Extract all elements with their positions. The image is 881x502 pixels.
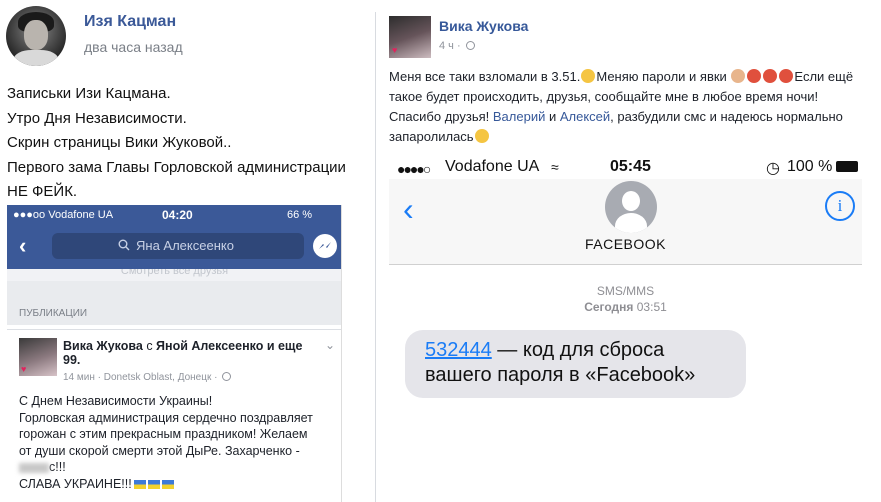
embedded-post-text: С Днем Независимости Украины! Горловская…: [19, 393, 313, 492]
post-line: от души скорой смерти этой ДыРе. Захарче…: [19, 443, 300, 458]
embedded-post: ♥ Вика Жукова с Яной Алексеенко и еще 99…: [7, 329, 341, 502]
sms-bubble: 532444 — код для сброса вашего пароля в …: [405, 330, 746, 398]
search-icon: [118, 239, 130, 251]
contact-name: FACEBOOK: [584, 236, 667, 252]
emoji-icon: [779, 69, 794, 83]
emoji-icon: [731, 69, 746, 83]
messenger-icon: [313, 234, 337, 258]
status-clock: 05:45: [610, 158, 651, 175]
fb-nav-bar: ‹ Яна Алексеенко: [7, 225, 341, 269]
message-type: SMS/MMS: [596, 284, 655, 298]
censored-blur: [19, 462, 49, 473]
carrier-label: Vodafone UA: [445, 158, 540, 175]
battery-level: 100 %: [787, 158, 833, 175]
friend-link[interactable]: Валерий: [493, 109, 545, 124]
back-chevron-icon: ‹: [403, 191, 414, 227]
back-chevron-icon: ‹: [19, 233, 27, 258]
post-text: Записьки Изи Кацмана. Утро Дня Независим…: [7, 82, 346, 205]
message-meta: SMS/MMS Сегодня 03:51: [389, 283, 862, 315]
friend-link[interactable]: Алексей: [560, 109, 610, 124]
signal-icon: ●●●●○: [397, 161, 431, 177]
attached-screenshot[interactable]: ●●●oo Vodafone UA 04:20 66 % ‹ Яна Алекс…: [7, 205, 342, 502]
search-query: Яна Алексеенко: [136, 238, 234, 253]
section-header: ПУБЛИКАЦИИ: [7, 303, 341, 325]
post-line: Горловская администрация сердечно поздра…: [19, 410, 313, 425]
post-line: С Днем Независимости Украины!: [19, 394, 213, 408]
ukraine-flag-icon: [147, 479, 160, 489]
post-text: Меня все таки взломали в 3.51. Меняю паро…: [389, 69, 854, 144]
wifi-icon: ≈: [551, 159, 559, 175]
post-line: горожан с этим прекрасным праздником! Же…: [19, 427, 308, 441]
avatar[interactable]: [6, 6, 66, 66]
globe-icon: [222, 372, 232, 381]
emoji-icon: [581, 69, 596, 83]
author-name: Вика Жукова: [63, 339, 143, 353]
globe-icon: [465, 41, 475, 50]
avatar: ♥: [19, 338, 57, 376]
divider: [375, 12, 376, 502]
section-spacer: [7, 281, 341, 303]
emoji-icon: [747, 69, 762, 83]
post-line: с!!!: [19, 459, 313, 476]
post-line: Скрин страницы Вики Жуковой..: [7, 134, 232, 151]
relation-text: с: [142, 339, 157, 353]
phone-status-bar: ●●●●○ Vodafone UA ≈ 05:45 ◷ 100 %: [389, 155, 862, 179]
battery-level: 66 %: [287, 209, 313, 221]
faded-link: Смотреть все друзья: [7, 269, 341, 281]
ukraine-flag-icon: [161, 479, 174, 489]
left-post: Изя Кацман два часа назад Записьки Изи К…: [0, 0, 375, 502]
alarm-icon: ◷: [766, 160, 780, 177]
emoji-icon: [474, 129, 489, 143]
search-field: Яна Алексеенко: [52, 233, 304, 259]
post-line: Записьки Изи Кацмана.: [7, 85, 171, 102]
avatar[interactable]: ♥: [389, 16, 431, 58]
battery-icon: [836, 161, 858, 172]
author-name[interactable]: Изя Кацман: [84, 13, 176, 31]
attached-screenshot[interactable]: ●●●●○ Vodafone UA ≈ 05:45 ◷ 100 % ‹ FACE…: [389, 155, 862, 502]
status-clock: 04:20: [162, 208, 193, 222]
contact-avatar-icon: [605, 181, 657, 233]
embedded-post-author: Вика Жукова с Яной Алексеенко и еще 99.: [63, 339, 318, 367]
post-line: Утро Дня Независимости.: [7, 109, 187, 127]
post-line: НЕ ФЕЙК.: [7, 183, 78, 200]
message-time: Сегодня 03:51: [584, 300, 667, 314]
post-meta: 14 мин · Donetsk Oblast, Донецк ·: [63, 372, 232, 383]
chevron-down-icon: ⌄: [325, 338, 336, 352]
emoji-icon: [763, 69, 778, 83]
post-timestamp[interactable]: два часа назад: [84, 39, 183, 55]
messages-header: ‹ FACEBOOK i: [389, 179, 862, 265]
phone-status-bar: ●●●oo Vodafone UA 04:20 66 %: [7, 205, 341, 225]
info-icon: i: [825, 191, 855, 221]
author-name[interactable]: Вика Жукова: [439, 18, 528, 34]
post-line: СЛАВА УКРАИНЕ!!!: [19, 476, 313, 493]
carrier-label: ●●●oo Vodafone UA: [13, 209, 114, 221]
ukraine-flag-icon: [133, 479, 146, 489]
post-timestamp[interactable]: 4 ч ·: [439, 40, 475, 52]
post-line: Первого зама Главы Горловской администра…: [7, 158, 346, 176]
reset-code: 532444: [425, 339, 492, 361]
